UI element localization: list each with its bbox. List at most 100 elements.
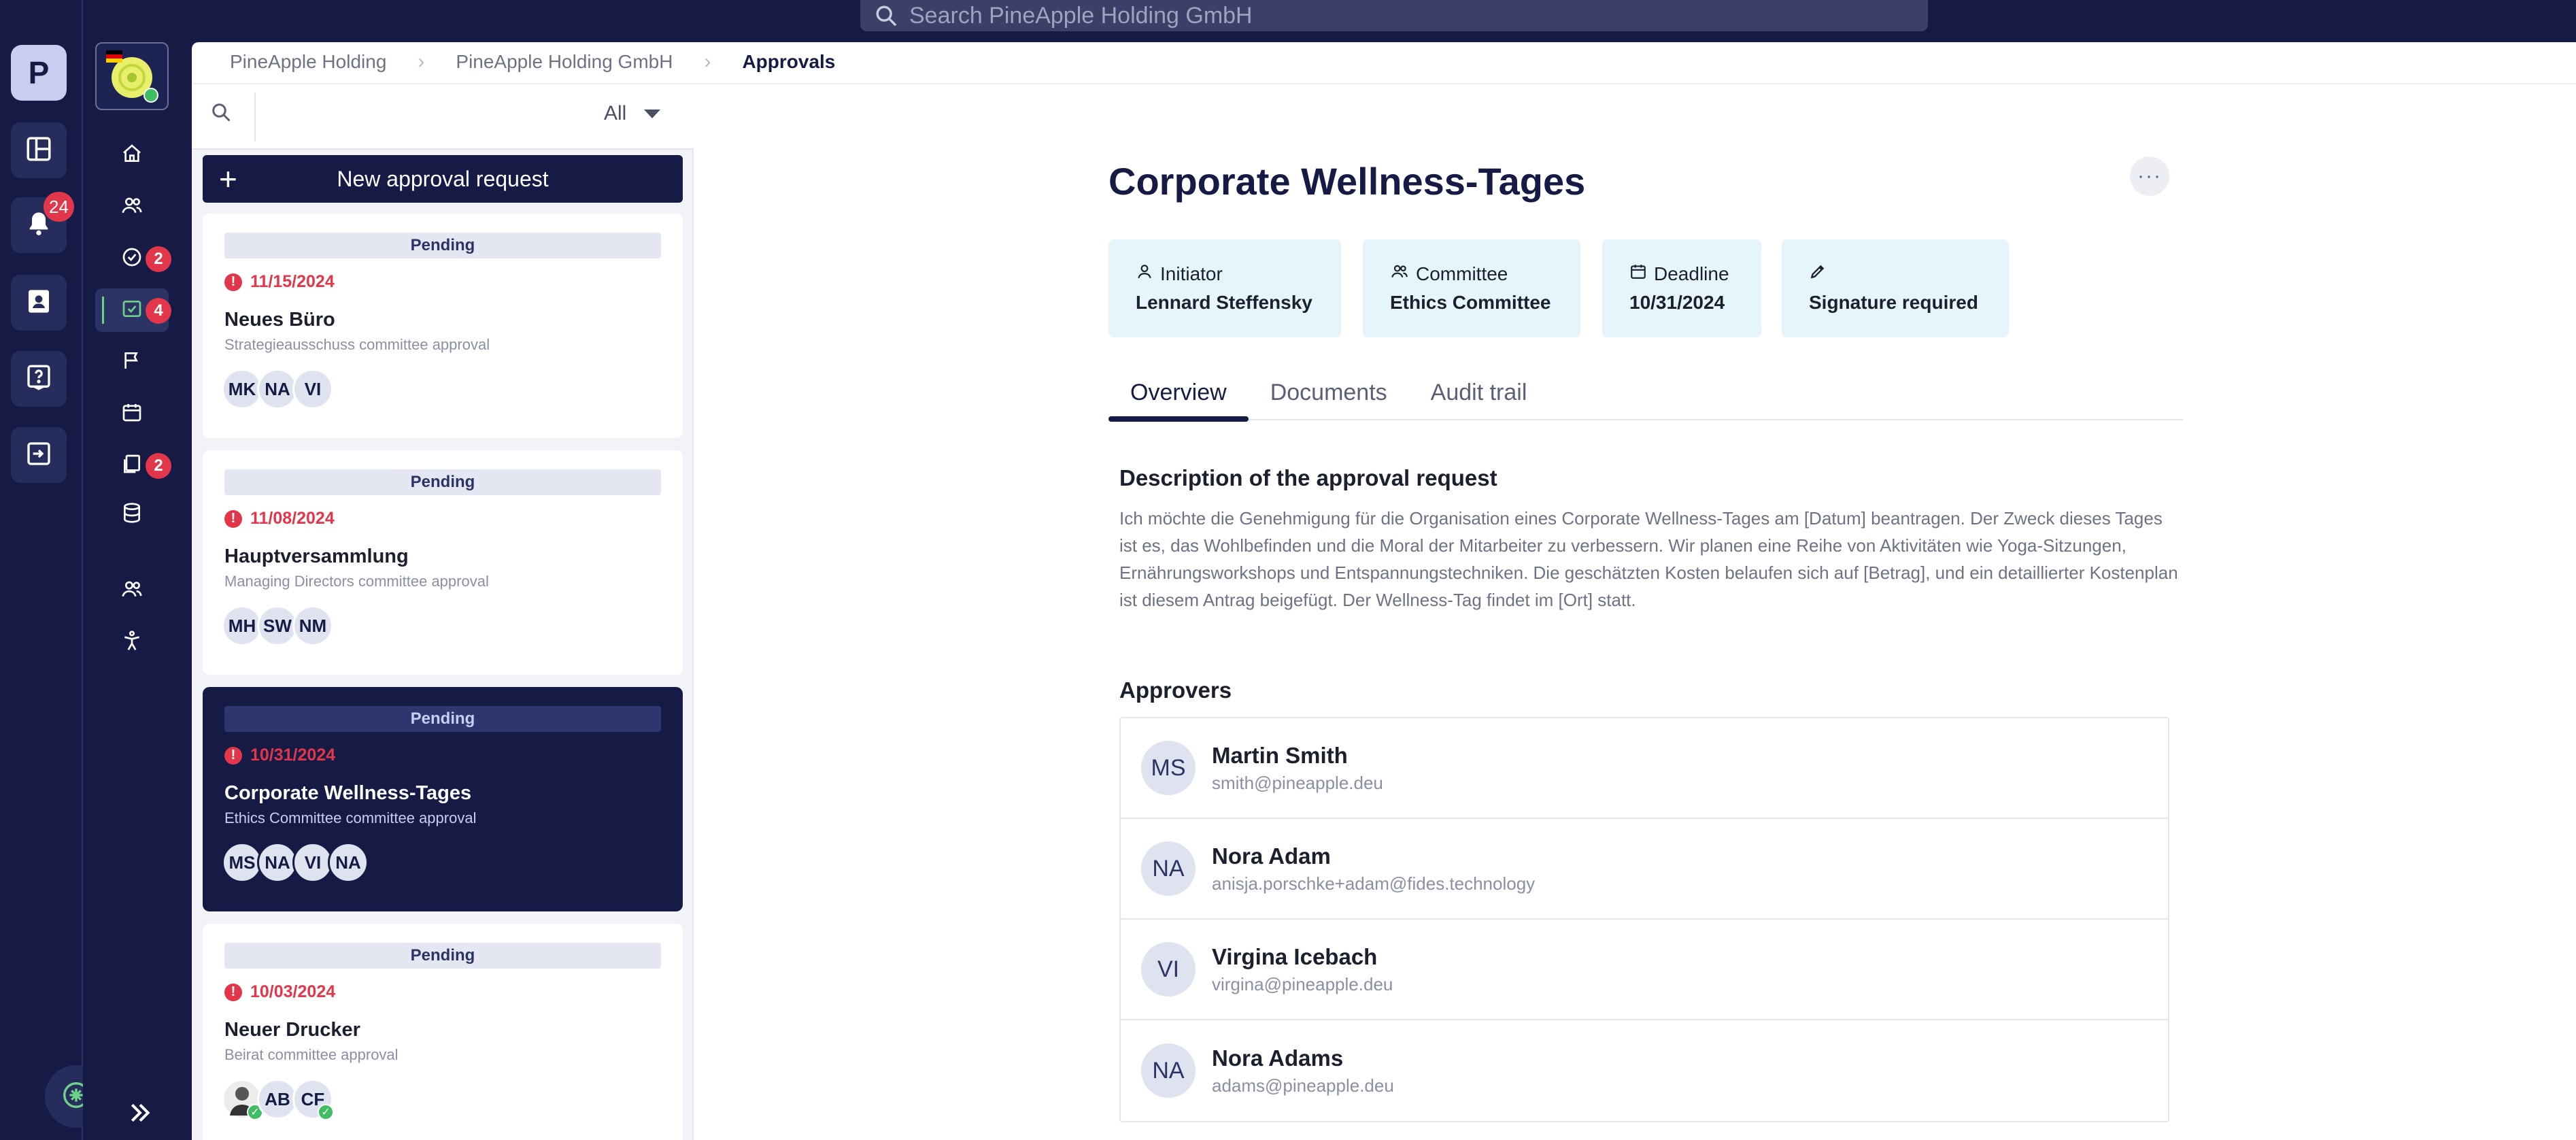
nav-home[interactable] [95, 133, 169, 177]
alert-icon: ! [224, 509, 242, 528]
approver-email: adams@pineapple.deu [1212, 1075, 1394, 1096]
new-approval-request-label: New approval request [337, 166, 549, 191]
approver-name: Nora Adams [1212, 1045, 1344, 1071]
home-icon [121, 143, 143, 168]
status-badge: Pending [224, 233, 661, 258]
description-text: Ich möchte die Genehmigung für die Organ… [1119, 508, 2178, 610]
org-logo-image [106, 50, 158, 103]
check-circle-icon [121, 246, 143, 271]
avatar: VI [292, 842, 333, 883]
nav-committees[interactable] [95, 569, 169, 612]
approver-email: smith@pineapple.deu [1212, 772, 1383, 793]
nav-flags[interactable] [95, 340, 169, 384]
avatar-group: MH SW NM [222, 605, 333, 646]
logout-button[interactable] [11, 427, 67, 483]
top-bar [0, 0, 2576, 42]
help-button[interactable] [11, 351, 67, 407]
status-filter-value: All [604, 102, 627, 124]
avatar: SW [257, 605, 298, 646]
committee-label: Committee [1416, 263, 1508, 284]
approver-email: anisja.porschke+adam@fides.technology [1212, 873, 1536, 894]
breadcrumb: PineApple Holding › PineApple Holding Gm… [230, 50, 835, 73]
avatar: NA [257, 369, 298, 409]
app-rail: P 24 12 [0, 0, 115, 1140]
contacts-button[interactable] [11, 275, 67, 331]
calendar-icon [121, 401, 143, 426]
card-subtitle: Beirat committee approval [224, 1046, 399, 1063]
list-filter-bar: All [192, 84, 694, 150]
avatar: MK [222, 369, 262, 409]
nav-calendar[interactable] [95, 392, 169, 435]
breadcrumb-item-holding[interactable]: PineApple Holding [230, 51, 386, 73]
approval-card[interactable]: Pending ! 11/08/2024 Hauptversammlung Ma… [203, 450, 683, 675]
approver-name: Virgina Icebach [1212, 943, 1378, 969]
signature-label-row [1809, 263, 1982, 285]
database-icon [121, 502, 143, 527]
approval-card-selected[interactable]: Pending ! 10/31/2024 Corporate Wellness-… [203, 687, 683, 911]
more-options-button[interactable]: ··· [2130, 156, 2169, 196]
deadline-date-text: 10/03/2024 [250, 982, 336, 1001]
initiator-value: Lennard Steffensky [1136, 292, 1312, 313]
approver-row: MS Martin Smith smith@pineapple.deu [1121, 718, 2168, 819]
main-panel: PineApple Holding › PineApple Holding Gm… [192, 42, 2576, 1140]
breadcrumb-item-current: Approvals [742, 51, 836, 72]
deadline-date-text: 11/08/2024 [250, 509, 335, 528]
avatar-photo: ✓ [222, 1079, 263, 1120]
avatar: NM [292, 605, 333, 646]
new-approval-request-button[interactable]: + New approval request [203, 155, 683, 203]
detail-tabs: Overview Documents Audit trail [1108, 377, 2183, 422]
avatar: NA [328, 842, 369, 883]
approval-card[interactable]: Pending ! 10/03/2024 Neuer Drucker Beira… [203, 924, 683, 1140]
status-filter-select[interactable]: All [604, 102, 661, 125]
nav-approvals[interactable]: 4 [95, 288, 171, 332]
deadline-date: ! 10/31/2024 [224, 745, 335, 765]
avatar: MS [222, 842, 262, 883]
committee-value: Ethics Committee [1390, 292, 1551, 313]
avatar: NA [1141, 1043, 1196, 1098]
approver-email: virgina@pineapple.deu [1212, 973, 1393, 994]
deadline-date: ! 11/08/2024 [224, 509, 335, 529]
app-logo[interactable]: P [11, 45, 67, 101]
notifications-button[interactable]: 24 [11, 192, 74, 253]
breadcrumb-item-gmbh[interactable]: PineApple Holding GmbH [456, 51, 673, 73]
org-logo[interactable] [95, 42, 169, 110]
approver-row: NA Nora Adams adams@pineapple.deu [1121, 1020, 2168, 1121]
approval-icon [121, 298, 143, 323]
expand-sidebar-icon[interactable] [126, 1099, 154, 1130]
tab-documents[interactable]: Documents [1249, 377, 1409, 420]
nav-accessibility[interactable] [95, 620, 169, 664]
approval-card[interactable]: Pending ! 11/15/2024 Neues Büro Strategi… [203, 214, 683, 438]
card-subtitle: Ethics Committee committee approval [224, 809, 477, 826]
status-badge: Pending [224, 943, 661, 969]
global-search-input[interactable] [909, 2, 1861, 29]
approvers-list: MS Martin Smith smith@pineapple.deu NA N… [1119, 717, 2169, 1122]
card-subtitle: Strategieausschuss committee approval [224, 336, 490, 353]
tasks-badge: 2 [146, 246, 171, 272]
divider [254, 93, 256, 141]
user-icon [1136, 263, 1160, 285]
search-icon[interactable] [211, 102, 231, 126]
nav-database[interactable] [95, 492, 169, 536]
card-title: Neues Büro [224, 309, 335, 331]
tab-overview[interactable]: Overview [1108, 377, 1249, 422]
nav-tasks[interactable]: 2 [95, 237, 171, 280]
users-icon [1390, 263, 1416, 285]
card-title: Hauptversammlung [224, 546, 409, 567]
nav-documents[interactable]: 2 [95, 443, 171, 487]
nav-members[interactable] [95, 185, 169, 229]
alert-icon: ! [224, 746, 242, 765]
avatar: CF ✓ [292, 1079, 334, 1120]
tab-audit-trail[interactable]: Audit trail [1409, 377, 1549, 420]
global-search[interactable] [860, 0, 1928, 31]
chevron-right-icon: › [704, 50, 711, 73]
dashboard-button[interactable] [11, 122, 67, 178]
contact-card-icon [25, 288, 52, 318]
card-title: Neuer Drucker [224, 1019, 360, 1041]
avatar-group: MK NA VI [222, 369, 333, 409]
avatar: AB [257, 1079, 298, 1120]
approver-row: NA Nora Adam anisja.porschke+adam@fides.… [1121, 819, 2168, 920]
approver-name: Nora Adam [1212, 843, 1331, 869]
initiator-label-row: Initiator [1136, 263, 1314, 285]
notifications-badge: 24 [44, 192, 74, 222]
flag-icon [121, 350, 143, 375]
